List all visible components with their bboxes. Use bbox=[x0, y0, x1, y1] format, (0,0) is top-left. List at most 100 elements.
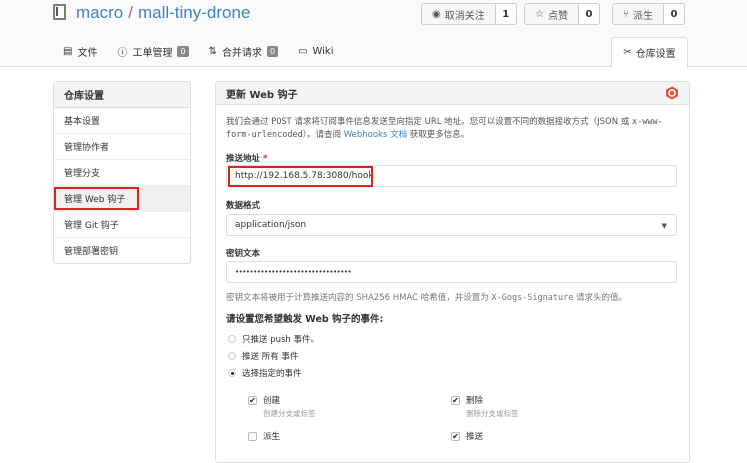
desc-text: 请求将订阅事件信息发送至向指定 URL 地址。您可以设置不同的数据接收方式（JS… bbox=[291, 117, 633, 127]
desc-text: 我们会通过 bbox=[226, 117, 272, 127]
tab-wiki[interactable]: ▭ Wiki bbox=[288, 37, 343, 66]
tab-files-label: 文件 bbox=[77, 48, 98, 59]
panel-title-text: 更新 Web 钩子 bbox=[226, 89, 298, 101]
sidebar-item-label: 基本设置 bbox=[64, 117, 101, 127]
repo-owner-link[interactable]: macro bbox=[76, 3, 123, 22]
event-title: 创建 bbox=[263, 396, 281, 406]
star-label: 点赞 bbox=[547, 10, 568, 22]
watch-label: 取消关注 bbox=[444, 10, 485, 22]
issues-count-badge: 0 bbox=[177, 46, 189, 57]
required-marker: * bbox=[262, 154, 268, 164]
star-count[interactable]: 0 bbox=[579, 4, 599, 24]
radio-label: 推送 所有 事件 bbox=[242, 352, 299, 362]
checkbox-checked: ✔ bbox=[451, 396, 460, 405]
sidebar-item-basic[interactable]: 基本设置 bbox=[54, 108, 190, 134]
file-icon: ▤ bbox=[63, 46, 73, 57]
radio-label: 只推送 push 事件。 bbox=[242, 335, 320, 345]
star-icon: ☆ bbox=[535, 8, 544, 20]
event-push[interactable]: ✔ 推送 bbox=[451, 430, 483, 442]
event-title: 派生 bbox=[263, 432, 281, 442]
webhooks-docs-link[interactable]: Webhooks 文档 bbox=[344, 130, 407, 140]
repo-name-link[interactable]: mall-tiny-drone bbox=[138, 3, 250, 22]
radio-push-only[interactable]: 只推送 push 事件。 bbox=[228, 333, 319, 345]
tab-settings-label: 仓库设置 bbox=[635, 49, 676, 60]
content-type-select[interactable]: application/json ▼ bbox=[226, 214, 677, 236]
sidebar-item-webhooks[interactable]: 管理 Web 钩子 bbox=[54, 186, 190, 212]
event-title: 推送 bbox=[466, 432, 484, 442]
fork-icon: ⑂ bbox=[623, 8, 629, 20]
watch-button-group: ◉ 取消关注 1 bbox=[421, 3, 517, 25]
hint-text: 密钥文本将被用于计算推送内容的 SHA256 HMAC 哈希值，并设置为 bbox=[226, 293, 492, 303]
secret-hint: 密钥文本将被用于计算推送内容的 SHA256 HMAC 哈希值，并设置为 X-G… bbox=[226, 291, 627, 303]
secret-value: •••••••••••••••••••••••••••••••• bbox=[235, 268, 352, 276]
panel-title: 更新 Web 钩子 bbox=[216, 82, 689, 105]
tab-issues-label: 工单管理 bbox=[132, 48, 173, 59]
event-subtitle: 创建分支或标签 bbox=[263, 409, 316, 418]
sidebar-item-branches[interactable]: 管理分支 bbox=[54, 160, 190, 186]
content-type-label: 数据格式 bbox=[226, 201, 261, 211]
gogs-logo-icon bbox=[666, 86, 678, 100]
fork-button-group: ⑂ 派生 0 bbox=[612, 3, 685, 25]
sidebar-item-git-hooks[interactable]: 管理 Git 钩子 bbox=[54, 212, 190, 238]
eye-icon: ◉ bbox=[432, 8, 441, 20]
content-type-value: application/json bbox=[235, 220, 307, 230]
desc-text: ）。请查阅 bbox=[302, 130, 344, 140]
webhook-description: 我们会通过 POST 请求将订阅事件信息发送至向指定 URL 地址。您可以设置不… bbox=[226, 116, 681, 142]
sidebar-title: 仓库设置 bbox=[54, 82, 190, 108]
tab-pull-requests-label: 合并请求 bbox=[221, 48, 262, 59]
highlight-box-webhooks bbox=[54, 187, 139, 210]
path-separator: / bbox=[128, 3, 133, 22]
checkbox-unchecked bbox=[248, 432, 257, 441]
radio-indicator bbox=[228, 352, 236, 360]
tab-issues[interactable]: ⓘ 工单管理 0 bbox=[107, 37, 198, 66]
event-create[interactable]: ✔ 创建创建分支或标签 bbox=[248, 394, 316, 419]
tab-settings[interactable]: ✂ 仓库设置 bbox=[611, 37, 688, 68]
sidebar-item-label: 管理部署密钥 bbox=[64, 247, 119, 257]
pull-request-icon: ⇅ bbox=[208, 46, 217, 57]
radio-choose-events[interactable]: 选择指定的事件 bbox=[228, 367, 302, 379]
event-fork[interactable]: 派生 bbox=[248, 430, 280, 442]
sidebar-item-deploy-keys[interactable]: 管理部署密钥 bbox=[54, 238, 190, 263]
repo-header: macro / mall-tiny-drone ◉ 取消关注 1 ☆ 点赞 0 ⑂ … bbox=[0, 0, 747, 68]
star-button[interactable]: ☆ 点赞 bbox=[525, 4, 579, 24]
payload-url-label: 推送地址 * bbox=[226, 152, 267, 164]
radio-all-events[interactable]: 推送 所有 事件 bbox=[228, 350, 298, 362]
event-delete[interactable]: ✔ 删除删除分支或标签 bbox=[451, 394, 519, 419]
book-icon: ▭ bbox=[298, 46, 308, 57]
repo-icon bbox=[53, 4, 66, 20]
checkbox-checked: ✔ bbox=[248, 396, 257, 405]
hint-header-code: X-Gogs-Signature bbox=[491, 293, 574, 303]
issue-icon: ⓘ bbox=[117, 48, 128, 59]
watch-button[interactable]: ◉ 取消关注 bbox=[422, 4, 496, 24]
star-button-group: ☆ 点赞 0 bbox=[524, 3, 600, 25]
tools-icon: ✂ bbox=[623, 47, 632, 58]
chevron-down-icon: ▼ bbox=[661, 222, 667, 230]
fork-button[interactable]: ⑂ 派生 bbox=[613, 4, 664, 24]
settings-sidebar: 仓库设置 基本设置 管理协作者 管理分支 管理 Web 钩子 管理 Git 钩子… bbox=[53, 81, 191, 264]
tab-wiki-label: Wiki bbox=[312, 46, 334, 57]
sidebar-item-collaborators[interactable]: 管理协作者 bbox=[54, 134, 190, 160]
tab-files[interactable]: ▤ 文件 bbox=[53, 37, 107, 66]
watch-count[interactable]: 1 bbox=[496, 4, 516, 24]
highlight-box-url bbox=[228, 166, 373, 187]
events-title: 请设置您希望触发 Web 钩子的事件: bbox=[226, 314, 384, 325]
hint-text: 请求头的值。 bbox=[573, 293, 628, 303]
checkbox-checked: ✔ bbox=[451, 432, 460, 441]
fork-count[interactable]: 0 bbox=[664, 4, 684, 24]
radio-label: 选择指定的事件 bbox=[242, 369, 302, 379]
tab-pull-requests[interactable]: ⇅ 合并请求 0 bbox=[199, 37, 288, 66]
event-subtitle: 删除分支或标签 bbox=[466, 409, 519, 418]
secret-input[interactable]: •••••••••••••••••••••••••••••••• bbox=[226, 261, 677, 283]
repo-tabs: ▤ 文件 ⓘ 工单管理 0 ⇅ 合并请求 0 ▭ Wiki bbox=[53, 37, 344, 66]
secret-label: 密钥文本 bbox=[226, 249, 261, 259]
radio-indicator bbox=[228, 335, 236, 343]
sidebar-item-label: 管理分支 bbox=[64, 169, 101, 179]
desc-text: 获取更多信息。 bbox=[407, 130, 470, 140]
payload-url-label-text: 推送地址 bbox=[226, 154, 261, 164]
pull-requests-count-badge: 0 bbox=[266, 46, 279, 57]
desc-post-code: POST bbox=[271, 117, 292, 127]
radio-indicator-checked bbox=[228, 369, 236, 377]
fork-label: 派生 bbox=[633, 10, 653, 22]
event-title: 删除 bbox=[466, 396, 484, 406]
sidebar-item-label: 管理 Git 钩子 bbox=[64, 221, 119, 231]
